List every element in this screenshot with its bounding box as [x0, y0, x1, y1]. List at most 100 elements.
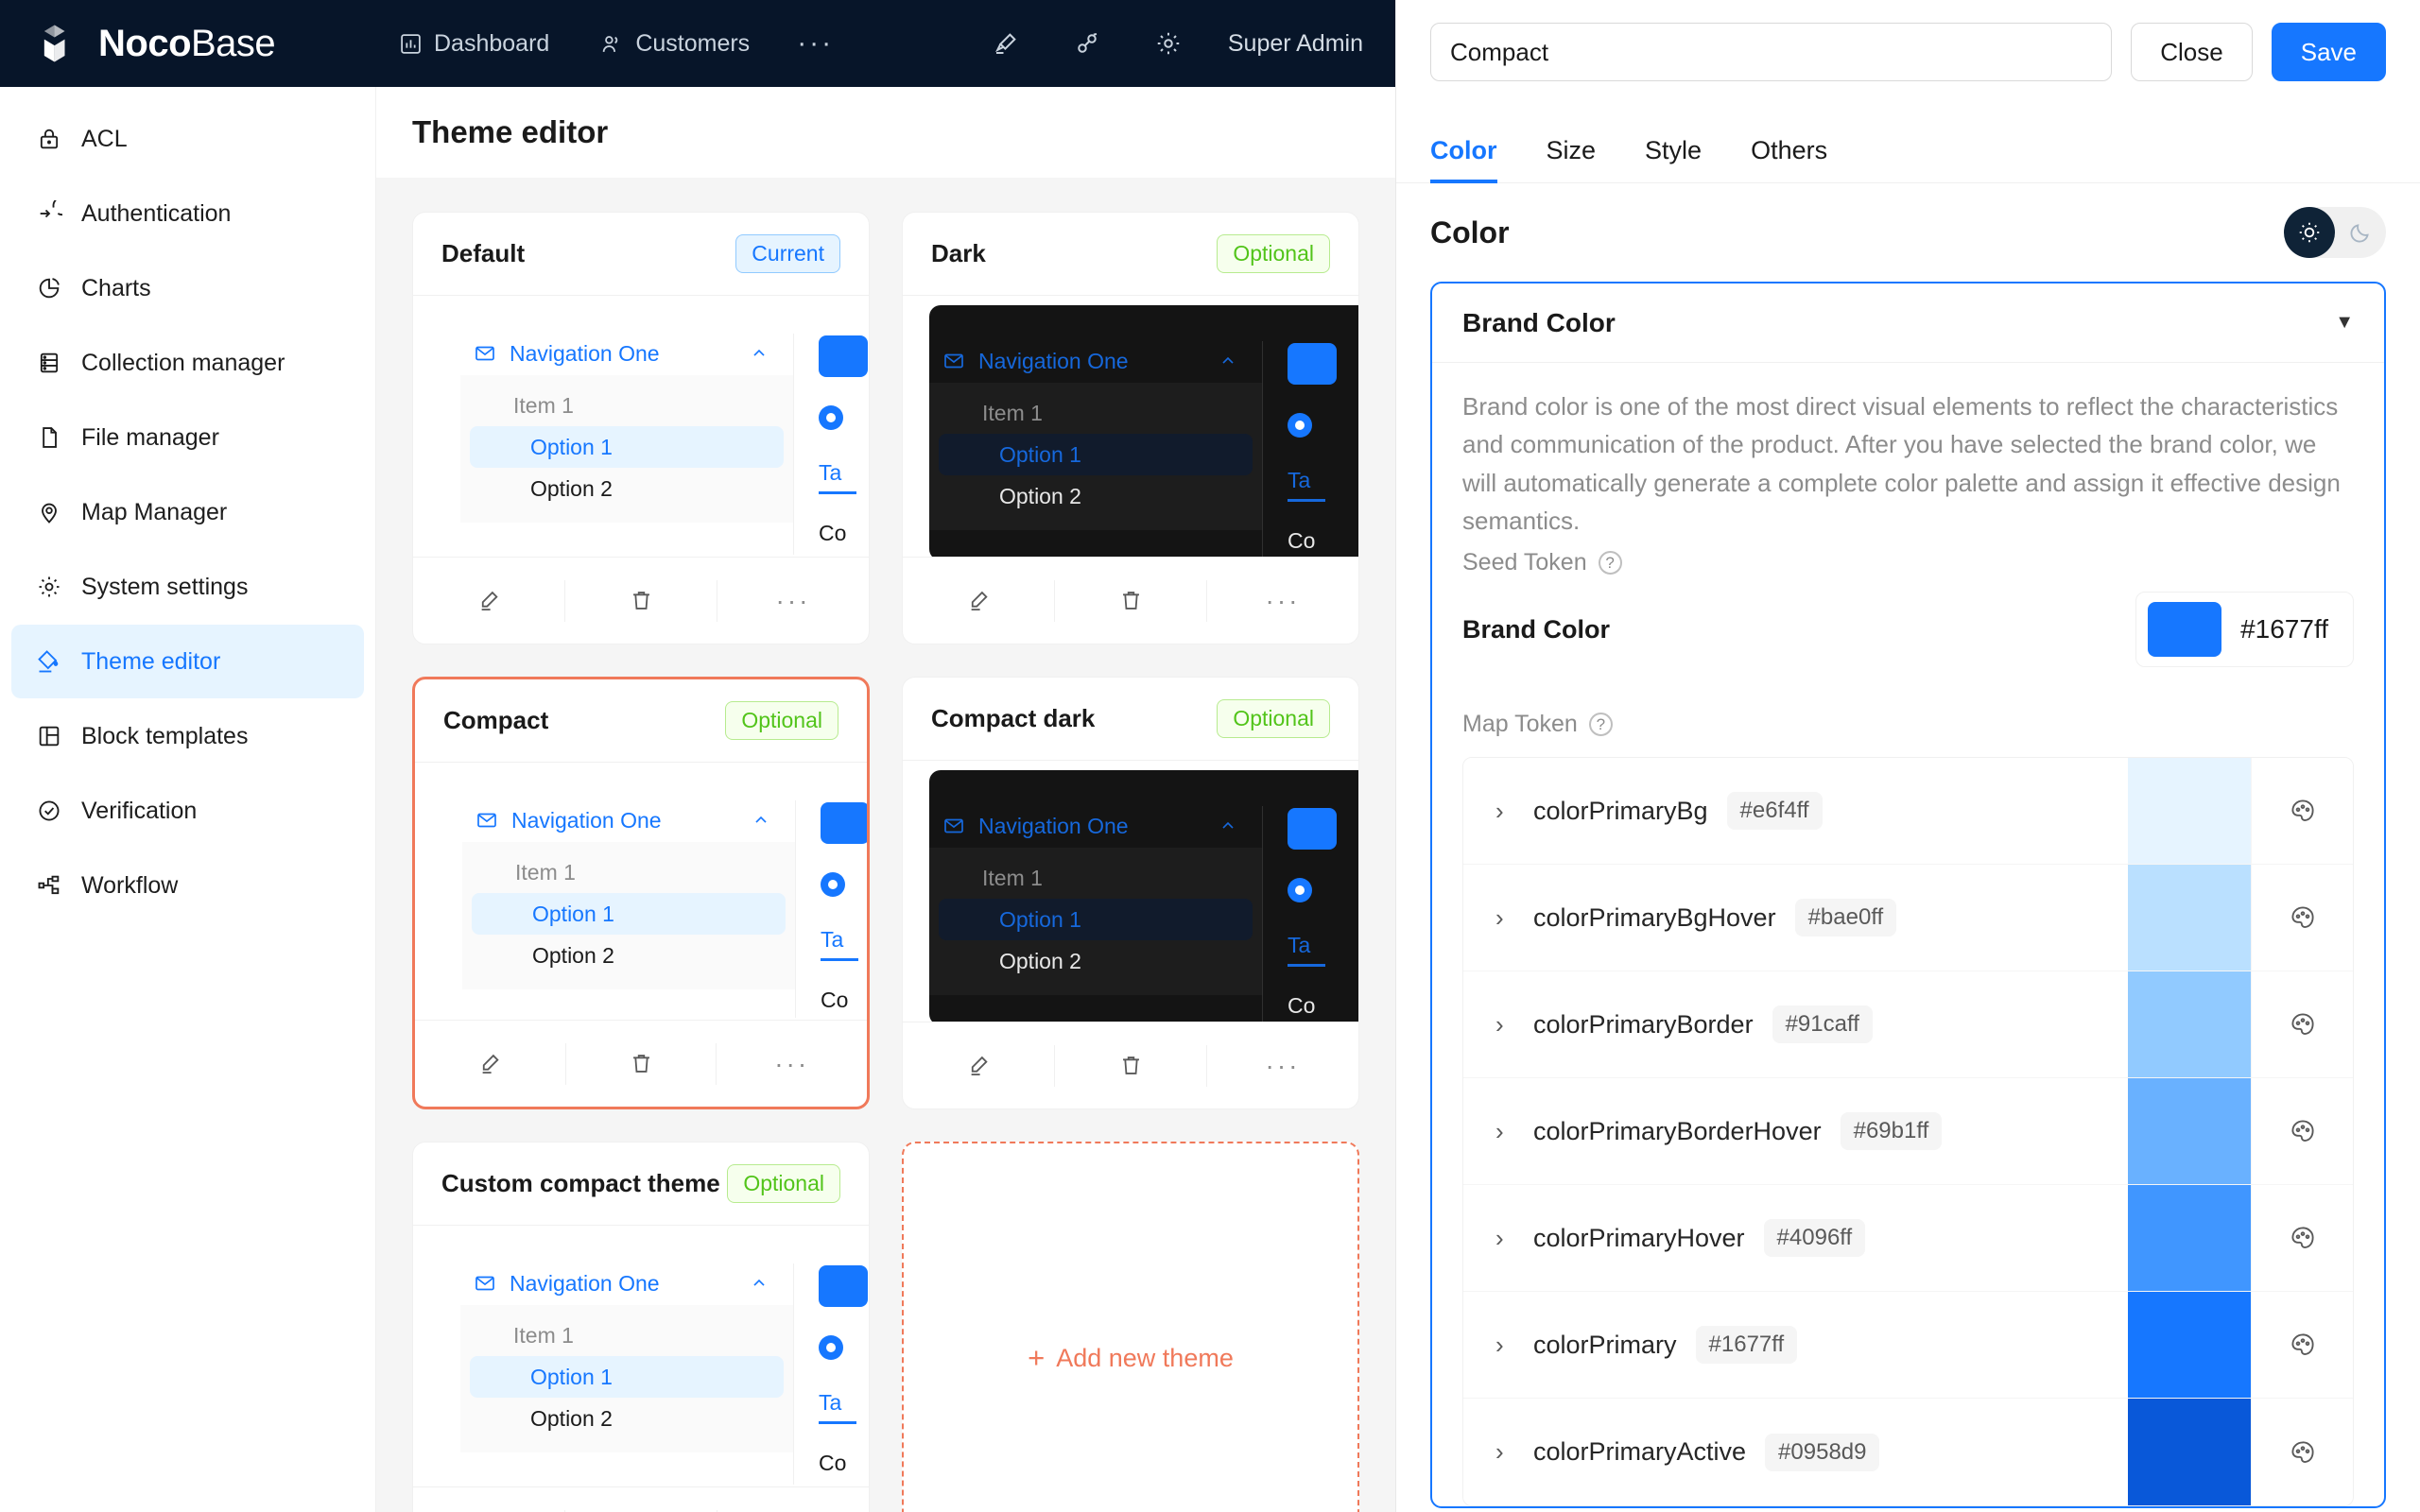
preview-submenu: Item 1 Option 1 Option 2: [929, 383, 1262, 530]
token-palette-button[interactable]: [2251, 1399, 2353, 1505]
preview-controls: Ta Co: [1263, 804, 1337, 1022]
table-row[interactable]: › colorPrimaryHover #4096ff: [1463, 1185, 2353, 1292]
sidebar-item-workflow[interactable]: Workflow: [11, 849, 364, 922]
theme-card[interactable]: Default Current Navigation One: [412, 212, 870, 644]
token-palette-button[interactable]: [2251, 758, 2353, 864]
sidebar-item-file-manager[interactable]: File manager: [11, 401, 364, 474]
edit-theme-button[interactable]: [903, 580, 1054, 622]
user-menu[interactable]: Super Admin: [1209, 30, 1395, 58]
theme-card[interactable]: Custom compact theme Optional Navigation…: [412, 1142, 870, 1512]
expand-arrow-icon[interactable]: ›: [1495, 1331, 1514, 1360]
delete-theme-button[interactable]: [1054, 580, 1206, 622]
topnav-more-button[interactable]: ···: [780, 0, 851, 87]
table-row[interactable]: › colorPrimaryActive #0958d9: [1463, 1399, 2353, 1505]
edit-theme-button[interactable]: [903, 1045, 1054, 1087]
theme-editor-panel: Close Save Color Size Style Others Color: [1395, 0, 2420, 1512]
theme-card[interactable]: Compact dark Optional Navigation One: [902, 677, 1359, 1109]
sidebar-item-block-templates[interactable]: Block templates: [11, 699, 364, 773]
lock-icon: [36, 126, 62, 152]
tab-style[interactable]: Style: [1620, 136, 1726, 182]
chevron-down-icon[interactable]: ▼: [2335, 312, 2354, 334]
preview-option-selected: Option 1: [472, 893, 786, 935]
theme-card-selected[interactable]: Compact Optional Navigation One: [412, 677, 870, 1109]
token-palette-button[interactable]: [2251, 1185, 2353, 1291]
delete-theme-button[interactable]: [564, 580, 717, 622]
section-title: Color: [1430, 215, 1510, 250]
light-mode-knob[interactable]: [2284, 207, 2335, 258]
brand-color-panel-header[interactable]: Brand Color ▼: [1432, 284, 2384, 363]
sidebar-item-acl[interactable]: ACL: [11, 102, 364, 176]
table-row[interactable]: › colorPrimaryBgHover #bae0ff: [1463, 865, 2353, 971]
more-actions-button[interactable]: ···: [1206, 580, 1358, 622]
topnav-item-customers[interactable]: Customers: [579, 0, 770, 87]
token-palette-button[interactable]: [2251, 971, 2353, 1077]
top-header-bar: NocoBase Dashboard Customers ···: [0, 0, 1395, 87]
settings-sidebar: ACL Authentication Charts: [0, 87, 376, 1512]
bar-chart-icon: [399, 32, 423, 56]
add-new-theme-button[interactable]: + Add new theme: [902, 1142, 1359, 1512]
sidebar-item-label: Theme editor: [81, 648, 220, 676]
token-palette-button[interactable]: [2251, 865, 2353, 971]
delete-theme-button[interactable]: [1054, 1045, 1206, 1087]
main-header: Theme editor: [376, 87, 1395, 178]
plugin-button[interactable]: [1046, 0, 1128, 87]
more-actions-button[interactable]: ···: [717, 580, 869, 622]
sidebar-item-charts[interactable]: Charts: [11, 251, 364, 325]
palette-icon: [2289, 797, 2317, 825]
preview-submenu: Item 1 Option 1 Option 2: [460, 1305, 793, 1452]
preview-option: Option 2: [460, 468, 793, 509]
delete-theme-button[interactable]: [565, 1043, 717, 1085]
theme-card[interactable]: Dark Optional Navigation One: [902, 212, 1359, 644]
preview-checkbox-label: Co: [1288, 993, 1337, 1019]
more-actions-button[interactable]: ···: [1206, 1045, 1358, 1087]
theme-card-preview: Navigation One Item 1 Option 1 Option 2: [415, 763, 867, 1020]
more-actions-button[interactable]: ···: [716, 1043, 867, 1085]
expand-arrow-icon[interactable]: ›: [1495, 1224, 1514, 1253]
token-hex: #4096ff: [1764, 1219, 1866, 1257]
edit-theme-button[interactable]: [415, 1043, 565, 1085]
delete-icon: [1118, 588, 1144, 613]
save-button[interactable]: Save: [2272, 23, 2386, 81]
color-swatch[interactable]: [2148, 602, 2221, 657]
theme-cards-scroll[interactable]: Default Current Navigation One: [376, 178, 1395, 1512]
sidebar-item-theme-editor[interactable]: Theme editor: [11, 625, 364, 698]
expand-arrow-icon[interactable]: ›: [1495, 1010, 1514, 1040]
expand-arrow-icon[interactable]: ›: [1495, 1437, 1514, 1467]
table-row[interactable]: › colorPrimaryBg #e6f4ff: [1463, 758, 2353, 865]
sidebar-item-collection-manager[interactable]: Collection manager: [11, 326, 364, 400]
highlighter-button[interactable]: [965, 0, 1046, 87]
token-color-swatch: [2128, 1399, 2251, 1505]
topnav-item-dashboard[interactable]: Dashboard: [378, 0, 570, 87]
help-icon[interactable]: ?: [1589, 713, 1613, 736]
token-palette-button[interactable]: [2251, 1292, 2353, 1398]
edit-theme-button[interactable]: [413, 580, 564, 622]
expand-arrow-icon[interactable]: ›: [1495, 1117, 1514, 1146]
token-palette-button[interactable]: [2251, 1078, 2353, 1184]
sidebar-item-verification[interactable]: Verification: [11, 774, 364, 848]
table-row[interactable]: › colorPrimaryBorder #91caff: [1463, 971, 2353, 1078]
tab-size[interactable]: Size: [1522, 136, 1621, 182]
preview-button: [819, 1265, 868, 1307]
sidebar-item-map-manager[interactable]: Map Manager: [11, 475, 364, 549]
status-badge: Optional: [727, 1164, 840, 1203]
theme-card-header: Compact dark Optional: [903, 678, 1358, 761]
token-main-cell: › colorPrimaryBorderHover #69b1ff: [1463, 1078, 2128, 1184]
token-name: colorPrimaryBgHover: [1533, 903, 1776, 933]
light-dark-mode-toggle[interactable]: [2284, 207, 2386, 258]
tab-color[interactable]: Color: [1430, 136, 1522, 182]
table-row[interactable]: › colorPrimaryBorderHover #69b1ff: [1463, 1078, 2353, 1185]
table-row[interactable]: › colorPrimary #1677ff: [1463, 1292, 2353, 1399]
expand-arrow-icon[interactable]: ›: [1495, 903, 1514, 933]
theme-name-input[interactable]: [1430, 23, 2112, 81]
settings-button[interactable]: [1128, 0, 1209, 87]
help-icon[interactable]: ?: [1599, 551, 1622, 575]
expand-arrow-icon[interactable]: ›: [1495, 797, 1514, 826]
dark-mode-option[interactable]: [2335, 220, 2386, 245]
tab-others[interactable]: Others: [1726, 136, 1852, 182]
sidebar-item-authentication[interactable]: Authentication: [11, 177, 364, 250]
sidebar-item-system-settings[interactable]: System settings: [11, 550, 364, 624]
close-button[interactable]: Close: [2131, 23, 2252, 81]
brand-logo-area[interactable]: NocoBase: [0, 19, 378, 68]
color-hex-value[interactable]: #1677ff: [2240, 614, 2328, 644]
color-picker-control[interactable]: #1677ff: [2135, 592, 2354, 667]
